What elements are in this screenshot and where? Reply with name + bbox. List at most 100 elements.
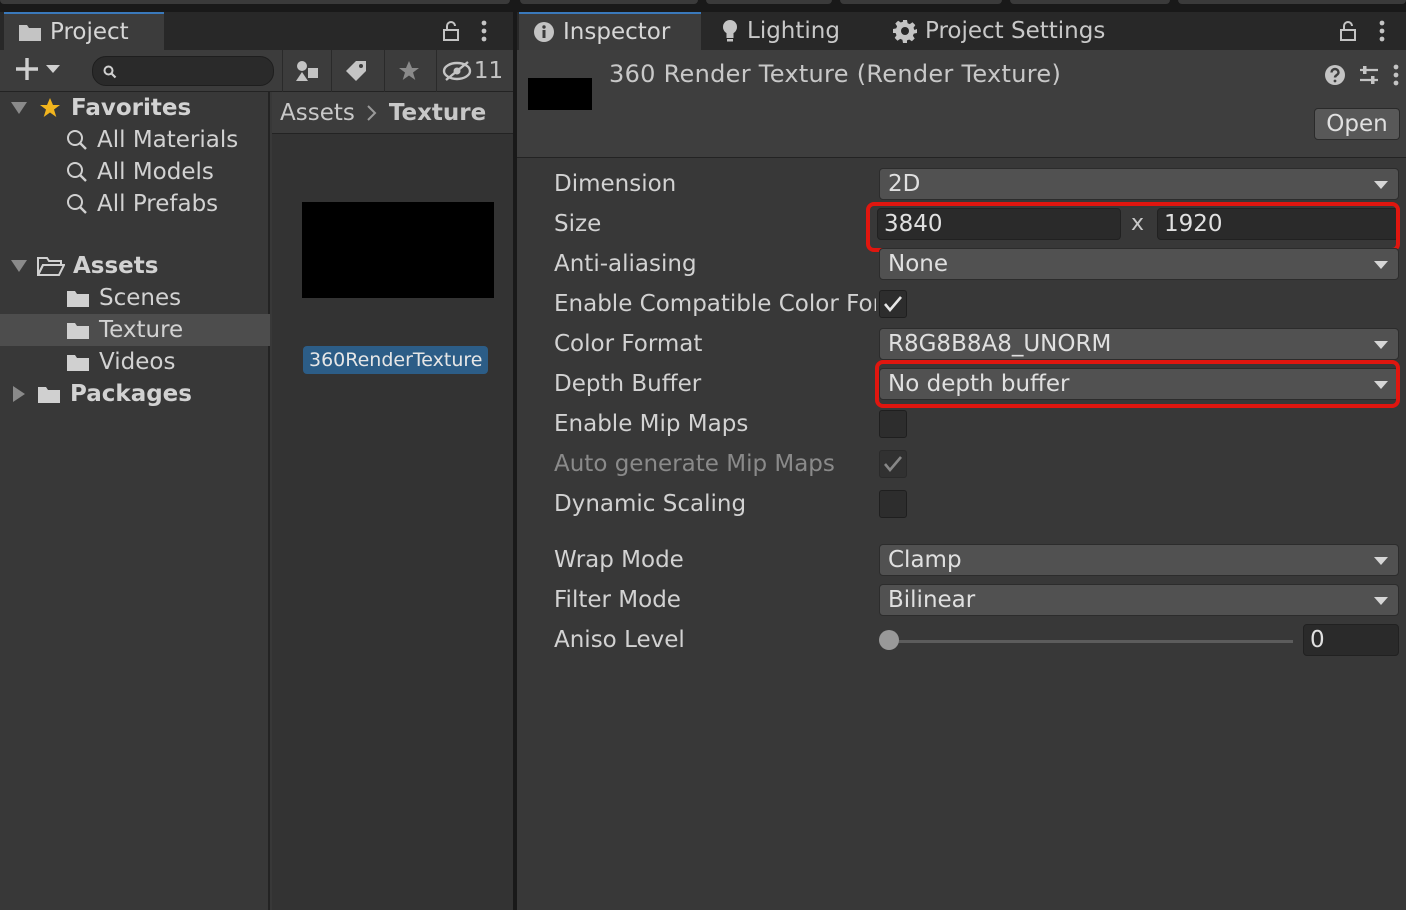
lock-icon[interactable] (442, 21, 460, 41)
tree-item-texture[interactable]: Texture (0, 314, 270, 346)
dimension-value: 2D (888, 171, 921, 197)
dynamic-scaling-checkbox[interactable] (879, 490, 907, 518)
tree-item-all-prefabs[interactable]: All Prefabs (0, 188, 270, 220)
expand-arrow-icon[interactable] (11, 101, 27, 115)
search-icon (103, 65, 117, 79)
project-panel: Project 11 Favorites All Materials All M… (0, 12, 513, 910)
dropdown-caret-icon (1374, 261, 1388, 269)
search-icon (67, 194, 87, 214)
header-actions (1324, 64, 1400, 86)
kebab-menu-icon[interactable] (1392, 64, 1400, 86)
asset-filename[interactable]: 360RenderTexture (303, 346, 489, 374)
tree-item-label: Scenes (99, 285, 182, 311)
breadcrumb-current: Texture (388, 99, 487, 126)
assets-label: Assets (73, 253, 159, 279)
aniso-slider-knob[interactable] (879, 630, 899, 650)
project-toolbar: 11 (0, 50, 513, 92)
favorites-label: Favorites (71, 95, 192, 121)
checkmark-icon (884, 296, 902, 313)
filter-mode-dropdown[interactable]: Bilinear (879, 584, 1399, 616)
favorites-button[interactable] (384, 50, 432, 92)
tree-item-all-materials[interactable]: All Materials (0, 124, 270, 156)
presets-icon[interactable] (1358, 64, 1380, 86)
expand-arrow-right-icon[interactable] (12, 386, 26, 402)
help-icon[interactable] (1324, 64, 1346, 86)
tree-item-label: All Prefabs (97, 191, 219, 217)
tree-item-packages[interactable]: Packages (0, 378, 270, 410)
open-button[interactable]: Open (1314, 108, 1400, 140)
anti-aliasing-value: None (888, 251, 949, 277)
lock-icon[interactable] (1339, 21, 1357, 41)
hidden-count: 11 (473, 58, 504, 84)
hidden-eye-icon (442, 61, 472, 81)
filter-by-type-button[interactable] (282, 50, 330, 92)
texture-preview (528, 78, 592, 110)
size-label: Size (554, 211, 602, 237)
anti-aliasing-dropdown[interactable]: None (879, 248, 1399, 280)
wrap-mode-dropdown[interactable]: Clamp (879, 544, 1399, 576)
tree-item-label: Texture (99, 317, 184, 343)
compatible-color-checkbox[interactable] (879, 290, 907, 318)
color-format-dropdown[interactable]: R8G8B8A8_UNORM (879, 328, 1399, 360)
inspector-header: 360 Render Texture (Render Texture) Open (517, 50, 1406, 158)
dropdown-caret-icon (1374, 181, 1388, 189)
mip-maps-checkbox[interactable] (879, 410, 907, 438)
dropdown-caret-icon (1374, 341, 1388, 349)
create-dropdown[interactable] (14, 56, 60, 82)
project-tab-bar: Project (0, 12, 513, 50)
folder-open-icon (37, 257, 65, 276)
aniso-level-field[interactable]: 0 (1303, 624, 1399, 656)
checkmark-icon (884, 456, 902, 473)
anti-aliasing-label: Anti-aliasing (554, 251, 697, 277)
tab-lighting[interactable]: Lighting (707, 12, 877, 50)
dimension-label: Dimension (554, 171, 677, 197)
inspector-tab-bar: Inspector Lighting Project Settings (517, 12, 1406, 50)
tab-project-settings[interactable]: Project Settings (879, 12, 1119, 50)
kebab-menu-icon[interactable] (480, 20, 488, 42)
tab-inspector[interactable]: Inspector (519, 12, 701, 50)
dropdown-caret-icon (1374, 557, 1388, 565)
filter-by-label-button[interactable] (331, 50, 379, 92)
folder-icon (38, 387, 60, 403)
kebab-menu-icon[interactable] (1378, 20, 1386, 42)
hidden-packages-button[interactable]: 11 (436, 50, 508, 92)
mip-maps-label: Enable Mip Maps (554, 411, 749, 437)
star-icon (40, 98, 60, 117)
tree-item-scenes[interactable]: Scenes (0, 282, 270, 314)
folder-icon (19, 25, 41, 41)
filter-mode-label: Filter Mode (554, 587, 681, 613)
top-strip (0, 0, 1406, 12)
breadcrumb: Assets Texture (272, 92, 513, 134)
star-icon (398, 61, 419, 80)
tab-project-settings-label: Project Settings (925, 18, 1106, 44)
depth-buffer-highlight-box (875, 360, 1400, 408)
tree-item-videos[interactable]: Videos (0, 346, 270, 378)
tree-item-label: All Models (97, 159, 214, 185)
wrap-mode-value: Clamp (888, 547, 962, 573)
breadcrumb-root[interactable]: Assets (280, 100, 355, 126)
tab-project[interactable]: Project (4, 12, 164, 50)
folder-icon (67, 291, 89, 307)
tree-item-label: All Materials (97, 127, 239, 153)
color-format-label: Color Format (554, 331, 703, 357)
dropdown-caret-icon (1374, 597, 1388, 605)
tab-project-label: Project (50, 19, 129, 45)
tree-item-all-models[interactable]: All Models (0, 156, 270, 188)
tree-item-favorites[interactable]: Favorites (0, 92, 270, 124)
tree-item-assets[interactable]: Assets (0, 250, 270, 282)
aniso-level-value: 0 (1310, 627, 1325, 653)
expand-arrow-icon[interactable] (11, 259, 27, 273)
folder-icon (67, 323, 89, 339)
asset-thumbnail[interactable] (302, 202, 494, 298)
aniso-slider-track[interactable] (889, 640, 1293, 643)
folder-icon (67, 355, 89, 371)
search-input[interactable] (92, 56, 274, 86)
folder-tree: Favorites All Materials All Models All P… (0, 92, 270, 910)
dynamic-scaling-label: Dynamic Scaling (554, 491, 747, 517)
auto-mip-checkbox (879, 450, 907, 478)
search-icon (67, 162, 87, 182)
dimension-dropdown[interactable]: 2D (879, 168, 1399, 200)
tree-item-label: Videos (99, 349, 176, 375)
filter-mode-value: Bilinear (888, 587, 976, 613)
gear-icon (893, 20, 917, 43)
